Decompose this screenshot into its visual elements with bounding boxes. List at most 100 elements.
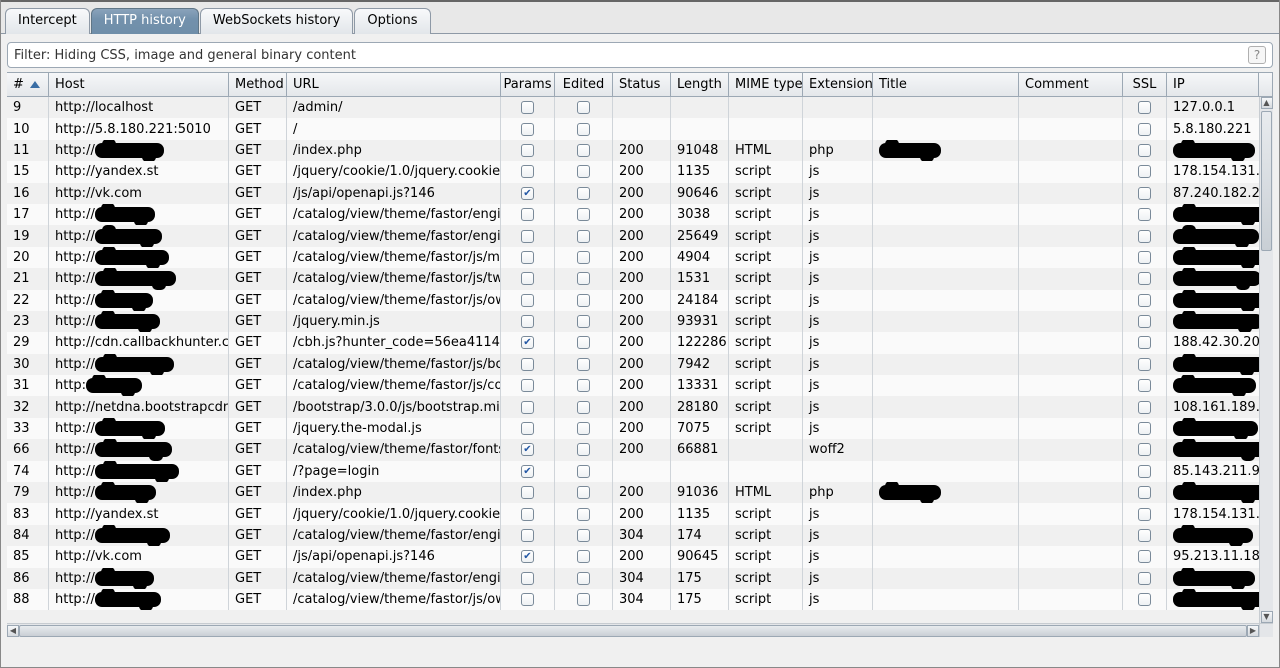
col-header-params[interactable]: Params [501, 73, 555, 96]
col-header-ssl[interactable]: SSL [1123, 73, 1167, 96]
table-row[interactable]: 31http:GET/catalog/view/theme/fastor/js/… [7, 375, 1273, 396]
table-row[interactable]: 79http://GET/index.php20091036HTMLphp [7, 482, 1273, 503]
cell-ssl [1123, 439, 1167, 460]
cell-comment [1019, 482, 1123, 503]
col-header-comment[interactable]: Comment [1019, 73, 1123, 96]
col-header-host[interactable]: Host [49, 73, 229, 96]
cell-status: 200 [613, 396, 671, 417]
cell-method: GET [229, 525, 287, 546]
table-row[interactable]: 88http://GET/catalog/view/theme/fastor/j… [7, 589, 1273, 610]
table-row[interactable]: 32http://netdna.bootstrapcdn.comGET/boot… [7, 396, 1273, 417]
cell-length: 7942 [671, 354, 729, 375]
tab-http-history[interactable]: HTTP history [91, 8, 199, 34]
cell-mime: script [729, 418, 803, 439]
cell-params [501, 375, 555, 396]
col-header-title[interactable]: Title [873, 73, 1019, 96]
table-row[interactable]: 66http://GET/catalog/view/theme/fastor/f… [7, 439, 1273, 460]
cell-extension: js [803, 568, 873, 589]
cell-num: 83 [7, 503, 49, 524]
cell-edited [555, 482, 613, 503]
cell-ip [1167, 482, 1273, 503]
checkbox-icon [521, 208, 534, 221]
checkbox-icon [521, 315, 534, 328]
cell-mime: script [729, 525, 803, 546]
table-row[interactable]: 16http://vk.comGET/js/api/openapi.js?146… [7, 183, 1273, 204]
table-row[interactable]: 23http://GET/jquery.min.js20093931script… [7, 311, 1273, 332]
cell-title [873, 311, 1019, 332]
cell-comment [1019, 118, 1123, 139]
horizontal-scrollbar[interactable]: ◀ ▶ [7, 623, 1259, 637]
col-header-num[interactable]: # [7, 73, 49, 96]
cell-comment [1019, 332, 1123, 353]
cell-num: 88 [7, 589, 49, 610]
scroll-up-icon[interactable]: ▲ [1261, 97, 1273, 109]
table-row[interactable]: 83http://yandex.stGET/jquery/cookie/1.0/… [7, 503, 1273, 524]
col-header-method[interactable]: Method [229, 73, 287, 96]
checkbox-icon [521, 251, 534, 264]
redacted-content [1173, 143, 1255, 158]
checkbox-icon [577, 486, 590, 499]
filter-bar[interactable]: Filter: Hiding CSS, image and general bi… [7, 42, 1273, 68]
col-header-extension[interactable]: Extension [803, 73, 873, 96]
scroll-left-icon[interactable]: ◀ [7, 625, 19, 637]
cell-ssl [1123, 268, 1167, 289]
table-row[interactable]: 30http://GET/catalog/view/theme/fastor/j… [7, 354, 1273, 375]
cell-length: 1531 [671, 268, 729, 289]
cell-edited [555, 375, 613, 396]
checkbox-icon [521, 144, 534, 157]
checkbox-icon [577, 230, 590, 243]
table-row[interactable]: 29http://cdn.callbackhunter.comGET/cbh.j… [7, 332, 1273, 353]
table-row[interactable]: 10http://5.8.180.221:5010GET/5.8.180.221 [7, 118, 1273, 139]
cell-ssl [1123, 589, 1167, 610]
table-row[interactable]: 86http://GET/catalog/view/theme/fastor/e… [7, 568, 1273, 589]
checkbox-icon [1138, 572, 1151, 585]
table-row[interactable]: 9http://localhostGET/admin/127.0.0.1 [7, 97, 1273, 118]
cell-comment [1019, 589, 1123, 610]
cell-host: http:// [49, 290, 229, 311]
checkbox-icon [521, 593, 534, 606]
redacted-content [1173, 207, 1266, 222]
cell-extension: js [803, 375, 873, 396]
table-row[interactable]: 11http://GET/index.php20091048HTMLphp [7, 140, 1273, 161]
cell-ssl [1123, 225, 1167, 246]
tab-options[interactable]: Options [354, 8, 430, 34]
cell-mime: script [729, 204, 803, 225]
table-row[interactable]: 21http://GET/catalog/view/theme/fastor/j… [7, 268, 1273, 289]
table-row[interactable]: 33http://GET/jquery.the-modal.js2007075s… [7, 418, 1273, 439]
redacted-content [86, 378, 142, 393]
table-row[interactable]: 19http://GET/catalog/view/theme/fastor/e… [7, 225, 1273, 246]
cell-ssl [1123, 247, 1167, 268]
table-row[interactable]: 15http://yandex.stGET/jquery/cookie/1.0/… [7, 161, 1273, 182]
table-row[interactable]: 20http://GET/catalog/view/theme/fastor/j… [7, 247, 1273, 268]
tab-intercept[interactable]: Intercept [5, 8, 90, 34]
table-row[interactable]: 84http://GET/catalog/view/theme/fastor/e… [7, 525, 1273, 546]
horizontal-scroll-thumb[interactable] [19, 625, 1247, 637]
checkbox-icon [1138, 486, 1151, 499]
col-header-url[interactable]: URL [287, 73, 501, 96]
col-header-mime[interactable]: MIME type [729, 73, 803, 96]
table-row[interactable]: 74http://GET/?page=login85.143.211.98 [7, 461, 1273, 482]
cell-host: http:// [49, 461, 229, 482]
vertical-scroll-thumb[interactable] [1261, 111, 1272, 251]
checkbox-icon [521, 294, 534, 307]
col-header-status[interactable]: Status [613, 73, 671, 96]
scroll-right-icon[interactable]: ▶ [1247, 625, 1259, 637]
cell-method: GET [229, 418, 287, 439]
help-icon[interactable]: ? [1248, 46, 1266, 64]
cell-edited [555, 140, 613, 161]
cell-extension: js [803, 290, 873, 311]
vertical-scrollbar[interactable]: ▲ ▼ [1259, 97, 1273, 623]
cell-num: 29 [7, 332, 49, 353]
col-header-edited[interactable]: Edited [555, 73, 613, 96]
cell-url: /jquery/cookie/1.0/jquery.cookie.min.js [287, 503, 501, 524]
table-row[interactable]: 17http://GET/catalog/view/theme/fastor/e… [7, 204, 1273, 225]
table-row[interactable]: 85http://vk.comGET/js/api/openapi.js?146… [7, 546, 1273, 567]
cell-mime [729, 97, 803, 118]
table-row[interactable]: 22http://GET/catalog/view/theme/fastor/j… [7, 290, 1273, 311]
col-header-length[interactable]: Length [671, 73, 729, 96]
cell-status: 200 [613, 140, 671, 161]
tab-websockets-history[interactable]: WebSockets history [200, 8, 353, 34]
cell-title [873, 268, 1019, 289]
col-header-ip[interactable]: IP [1167, 73, 1259, 96]
scroll-down-icon[interactable]: ▼ [1261, 611, 1273, 623]
